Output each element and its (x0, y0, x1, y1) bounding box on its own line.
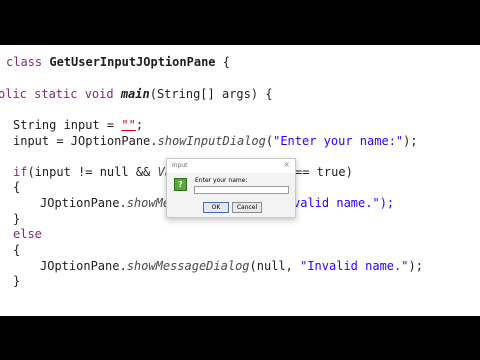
code-line-7-head: JOptionPane. (40, 196, 127, 210)
keyword-class: class (6, 55, 43, 69)
keyword-else: else (13, 227, 42, 241)
valid-name-string: valid name."); (293, 196, 395, 210)
code-line-2: olic static void main(String[] args) { (0, 86, 273, 102)
code-line-4: input = JOptionPane.showInputDialog("Ent… (13, 133, 418, 149)
ok-button[interactable]: OK (203, 202, 229, 213)
code-line-6: { (13, 180, 21, 194)
code-line-3: String input = ""; (13, 117, 143, 133)
class-name: GetUserInputJOptionPane (49, 55, 216, 69)
code-line-3-head: String input = (13, 118, 122, 132)
code-line-8: } (13, 212, 21, 226)
code-line-3-tail: ; (135, 118, 144, 132)
close-icon[interactable]: × (283, 160, 290, 169)
question-icon: ? (174, 178, 187, 191)
code-line-4-head: input = JOptionPane. (13, 134, 158, 148)
code-line-11-mid: (null, (249, 259, 301, 273)
code-line-5-tail: == true) (295, 165, 353, 179)
show-message-dialog-call: showMessageDialog (126, 259, 250, 273)
main-method-name: main (120, 87, 150, 101)
keyword-if: if (13, 165, 28, 179)
code-line-9: else (13, 226, 42, 242)
cancel-button[interactable]: Cancel (232, 202, 262, 213)
prompt-label: Enter your name: (195, 177, 248, 184)
name-input[interactable] (194, 186, 289, 194)
prompt-string-literal: "Enter your name:" (273, 134, 404, 148)
dialog-title: Input (172, 162, 188, 169)
dialog-titlebar[interactable]: Input × (167, 159, 295, 173)
code-line-1: class GetUserInputJOptionPane { (6, 54, 230, 70)
invalid-name-string: "Invalid name." (300, 259, 409, 273)
code-line-5-head: (input != null && (27, 165, 158, 179)
code-line-2-tail: (String[] args) { (149, 87, 273, 101)
code-line-11-tail: ); (408, 259, 423, 273)
input-dialog: Input × ? Enter your name: OK Cancel (166, 158, 296, 218)
code-line-7: JOptionPane.showMes valid name."); (40, 195, 394, 211)
show-input-dialog-call: showInputDialog (157, 134, 266, 148)
code-line-10: { (13, 243, 21, 257)
empty-string-literal: "" (121, 118, 136, 132)
code-editor[interactable]: class GetUserInputJOptionPane { olic sta… (0, 45, 480, 316)
code-line-11: JOptionPane.showMessageDialog(null, "Inv… (40, 258, 423, 274)
code-line-12: } (13, 274, 21, 288)
method-modifiers: olic static void (0, 87, 114, 101)
code-line-4-tail: ); (403, 134, 418, 148)
code-line-5: if(input != null && Val== true) (13, 164, 353, 180)
code-line-1-tail: { (215, 55, 230, 69)
code-line-11-head: JOptionPane. (40, 259, 127, 273)
